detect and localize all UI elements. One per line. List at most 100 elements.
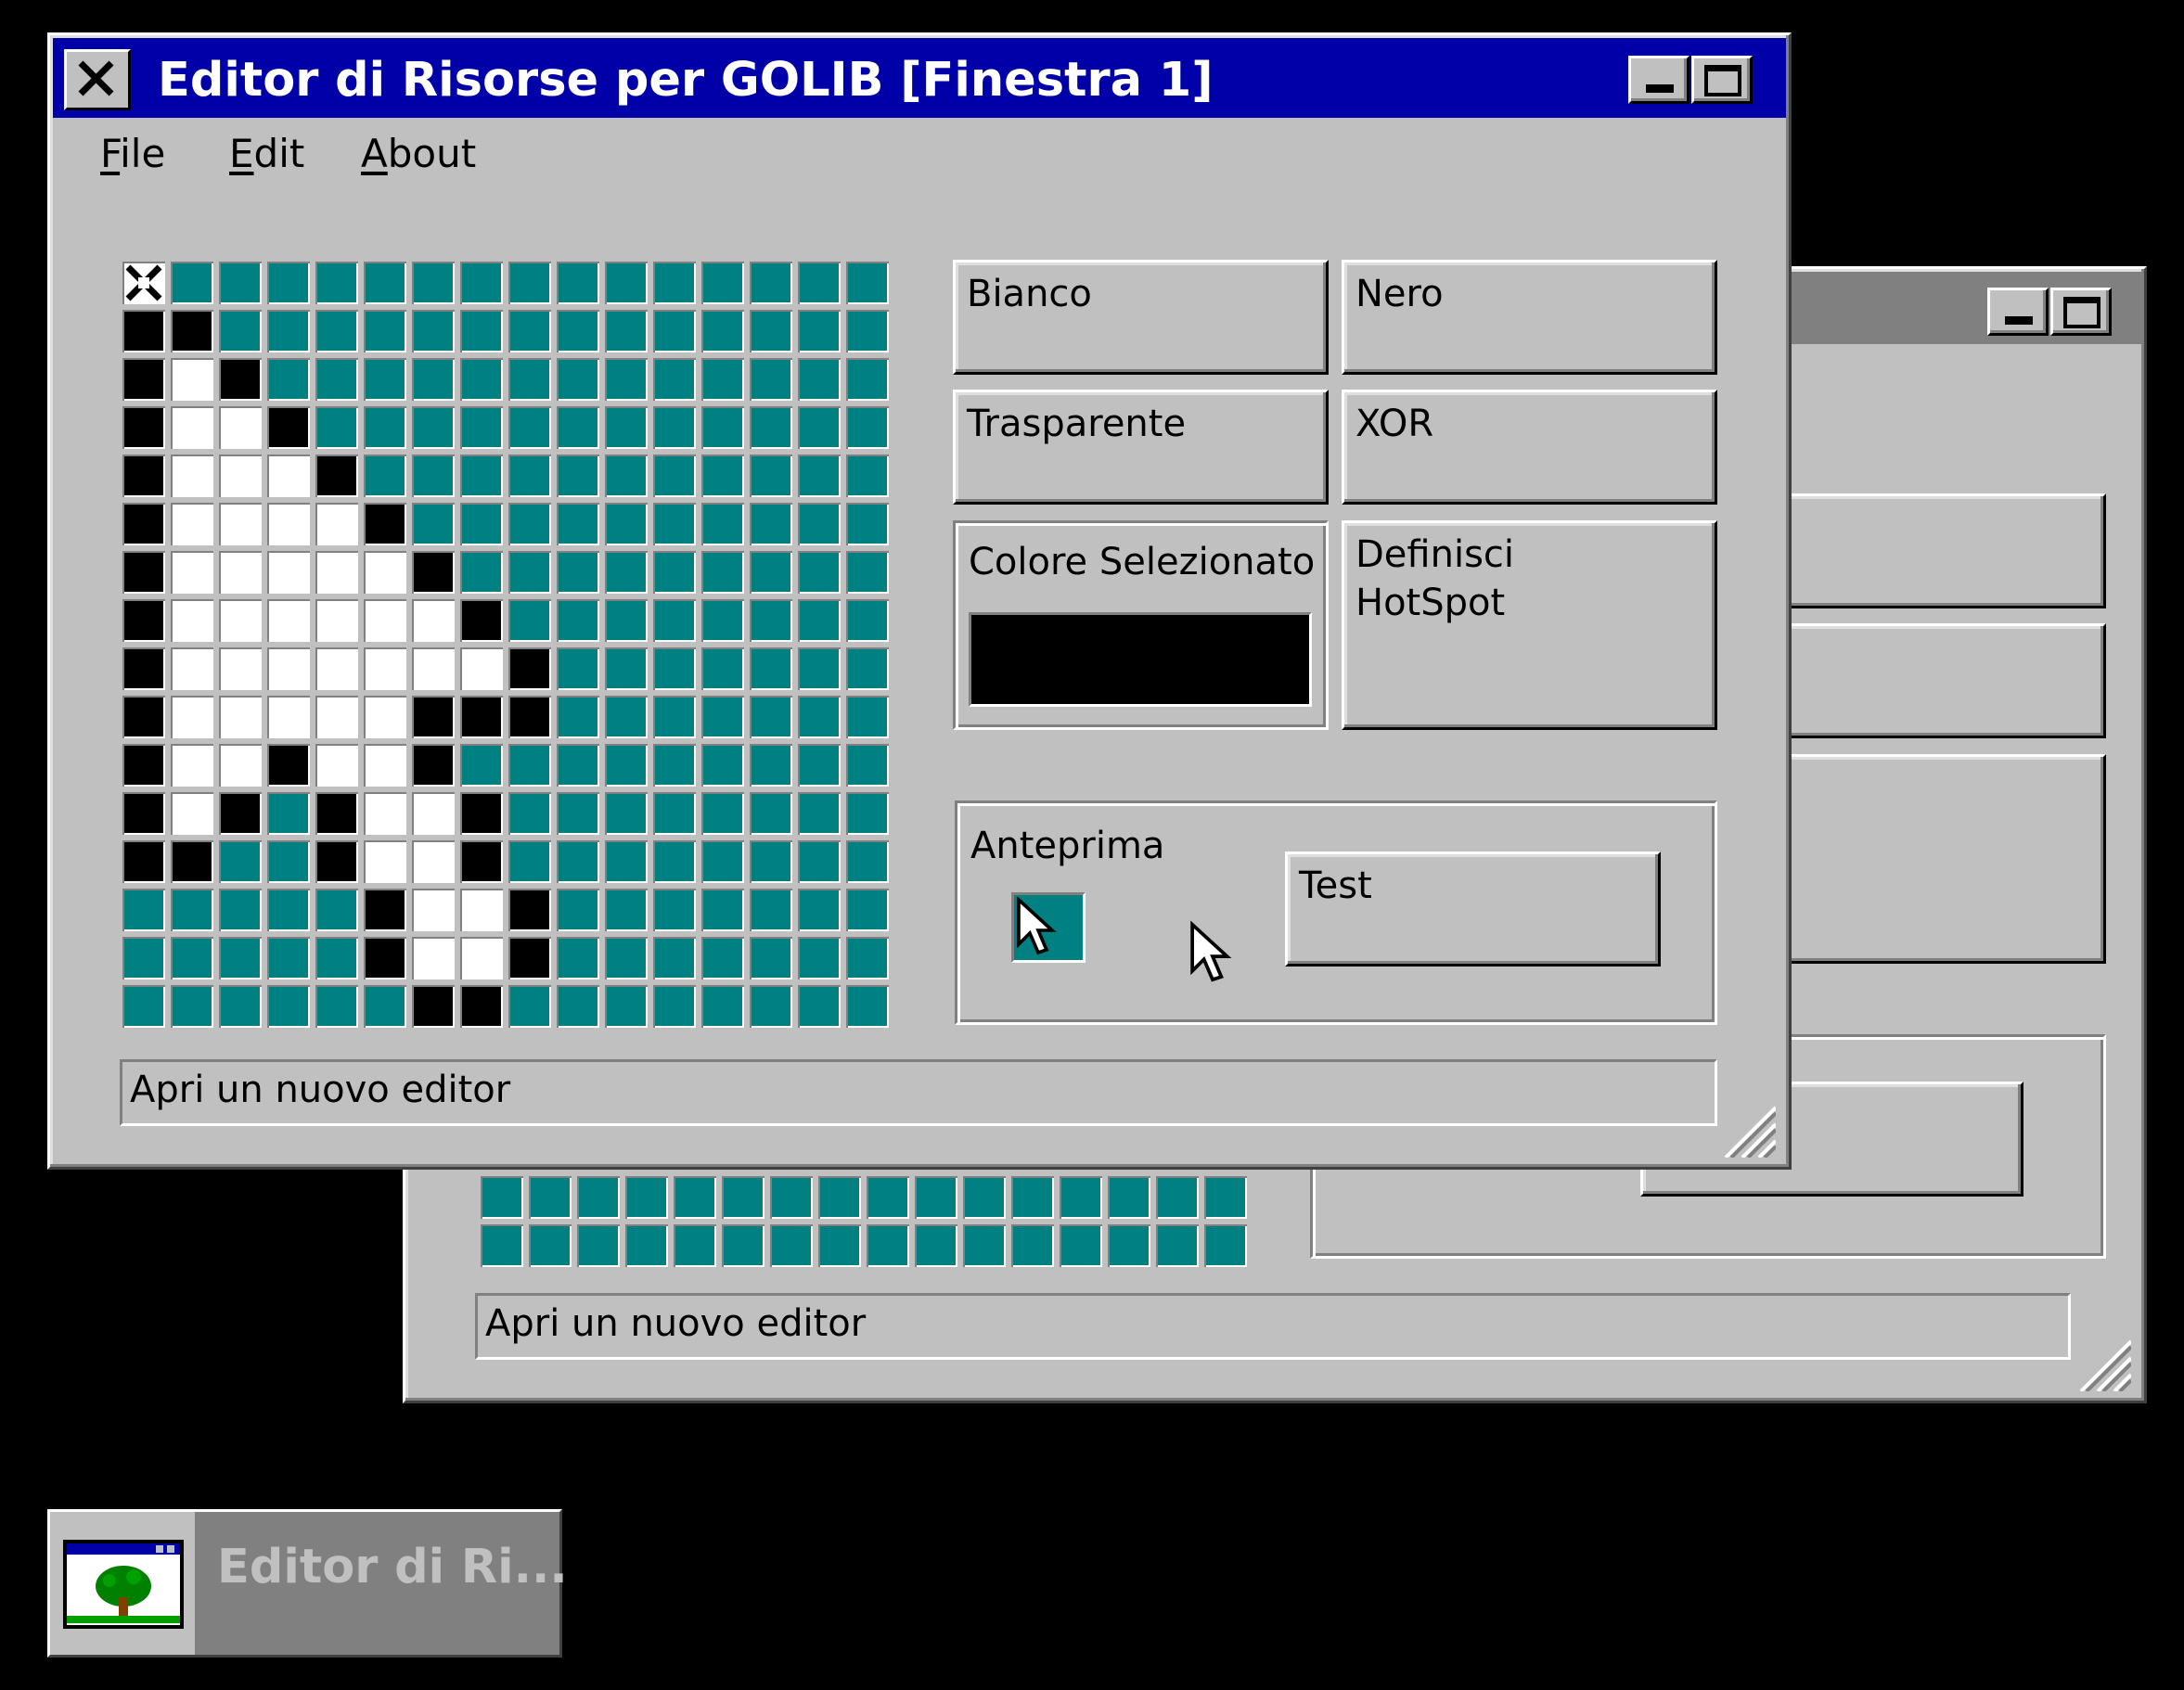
pixel-cell[interactable] — [506, 403, 554, 452]
pixel-cell[interactable] — [120, 307, 168, 355]
pixel-cell[interactable] — [795, 259, 843, 307]
pixel-cell[interactable] — [457, 452, 506, 500]
pixel-cell[interactable] — [747, 645, 795, 693]
pixel-cell[interactable] — [120, 741, 168, 789]
pixel-cell[interactable] — [168, 934, 216, 982]
pixel-cell[interactable] — [457, 307, 506, 355]
pixel-cell[interactable] — [264, 838, 313, 886]
pixel-cell[interactable] — [795, 645, 843, 693]
pixel-cell[interactable] — [409, 500, 457, 548]
pixel-cell[interactable] — [1153, 1173, 1201, 1222]
pixel-cell[interactable] — [506, 645, 554, 693]
pixel-cell[interactable] — [554, 548, 602, 596]
back-minimize-button[interactable] — [1987, 288, 2049, 336]
pixel-cell[interactable] — [747, 982, 795, 1031]
pixel-cell[interactable] — [699, 789, 747, 838]
pixel-cell[interactable] — [699, 886, 747, 934]
pixel-cell[interactable] — [864, 1222, 912, 1270]
pixel-cell[interactable] — [216, 403, 264, 452]
pixel-cell[interactable] — [216, 548, 264, 596]
pixel-cell[interactable] — [264, 307, 313, 355]
pixel-cell[interactable] — [313, 741, 361, 789]
pixel-cell[interactable] — [216, 982, 264, 1031]
pixel-cell[interactable] — [506, 982, 554, 1031]
pixel-cell[interactable] — [168, 645, 216, 693]
menu-edit[interactable]: Edit — [229, 134, 304, 173]
pixel-cell[interactable] — [1008, 1222, 1057, 1270]
pixel-cell[interactable] — [843, 355, 892, 403]
pixel-cell[interactable] — [623, 1222, 671, 1270]
pixel-cell[interactable] — [361, 596, 409, 645]
pixel-cell[interactable] — [120, 355, 168, 403]
pixel-cell[interactable] — [602, 789, 650, 838]
pixel-cell[interactable] — [216, 741, 264, 789]
pixel-cell[interactable] — [120, 982, 168, 1031]
pixel-cell[interactable] — [361, 886, 409, 934]
pixel-cell[interactable] — [747, 355, 795, 403]
pixel-cell[interactable] — [506, 307, 554, 355]
pixel-cell[interactable] — [313, 838, 361, 886]
pixel-cell[interactable] — [409, 934, 457, 982]
pixel-cell[interactable] — [650, 500, 699, 548]
pixel-cell[interactable] — [816, 1222, 864, 1270]
pixel-cell[interactable] — [409, 838, 457, 886]
pixel-cell[interactable] — [912, 1222, 960, 1270]
pixel-cell[interactable] — [120, 934, 168, 982]
pixel-cell[interactable] — [361, 548, 409, 596]
pixel-cell[interactable] — [699, 500, 747, 548]
pixel-cell[interactable] — [747, 596, 795, 645]
pixel-cell[interactable] — [623, 1173, 671, 1222]
pixel-cell[interactable] — [960, 1222, 1008, 1270]
pixel-cell[interactable] — [650, 886, 699, 934]
pixel-cell[interactable] — [216, 596, 264, 645]
pixel-cell[interactable] — [313, 548, 361, 596]
pixel-cell[interactable] — [361, 838, 409, 886]
pixel-cell[interactable] — [574, 1222, 623, 1270]
definisci-hotspot-button[interactable]: Definisci HotSpot — [1342, 520, 1717, 730]
pixel-cell[interactable] — [843, 741, 892, 789]
pixel-cell[interactable] — [650, 645, 699, 693]
pixel-cell[interactable] — [554, 403, 602, 452]
pixel-cell[interactable] — [409, 548, 457, 596]
pixel-cell[interactable] — [602, 693, 650, 741]
pixel-cell[interactable] — [506, 596, 554, 645]
nero-button[interactable]: Nero — [1342, 260, 1717, 375]
pixel-cell[interactable] — [650, 548, 699, 596]
pixel-cell[interactable] — [264, 982, 313, 1031]
pixel-cell[interactable] — [120, 886, 168, 934]
pixel-cell[interactable] — [168, 596, 216, 645]
pixel-cell[interactable] — [216, 355, 264, 403]
pixel-cell[interactable] — [795, 934, 843, 982]
pixel-cell[interactable] — [506, 500, 554, 548]
pixel-cell[interactable] — [120, 693, 168, 741]
pixel-cell[interactable] — [216, 886, 264, 934]
menu-about[interactable]: About — [361, 134, 476, 173]
pixel-cell[interactable] — [506, 789, 554, 838]
pixel-cell[interactable] — [650, 596, 699, 645]
pixel-cell[interactable] — [409, 403, 457, 452]
pixel-cell[interactable] — [602, 403, 650, 452]
pixel-cell[interactable] — [457, 548, 506, 596]
pixel-cell[interactable] — [795, 693, 843, 741]
pixel-cell[interactable] — [719, 1222, 767, 1270]
pixel-cell[interactable] — [506, 693, 554, 741]
pixel-cell[interactable] — [554, 741, 602, 789]
pixel-cell[interactable] — [602, 934, 650, 982]
pixel-cell[interactable] — [1057, 1222, 1105, 1270]
pixel-cell[interactable] — [409, 355, 457, 403]
pixel-cell[interactable] — [313, 403, 361, 452]
pixel-cell[interactable] — [457, 355, 506, 403]
pixel-cell[interactable] — [506, 886, 554, 934]
pixel-cell[interactable] — [843, 982, 892, 1031]
pixel-cell[interactable] — [264, 452, 313, 500]
pixel-cell[interactable] — [216, 307, 264, 355]
pixel-cell[interactable] — [1153, 1222, 1201, 1270]
pixel-cell[interactable] — [313, 934, 361, 982]
pixel-cell[interactable] — [506, 838, 554, 886]
pixel-cell[interactable] — [457, 693, 506, 741]
pixel-cell[interactable] — [168, 789, 216, 838]
pixel-cell[interactable] — [216, 934, 264, 982]
pixel-cell[interactable] — [554, 500, 602, 548]
system-menu-button[interactable] — [64, 49, 131, 110]
pixel-cell[interactable] — [554, 307, 602, 355]
